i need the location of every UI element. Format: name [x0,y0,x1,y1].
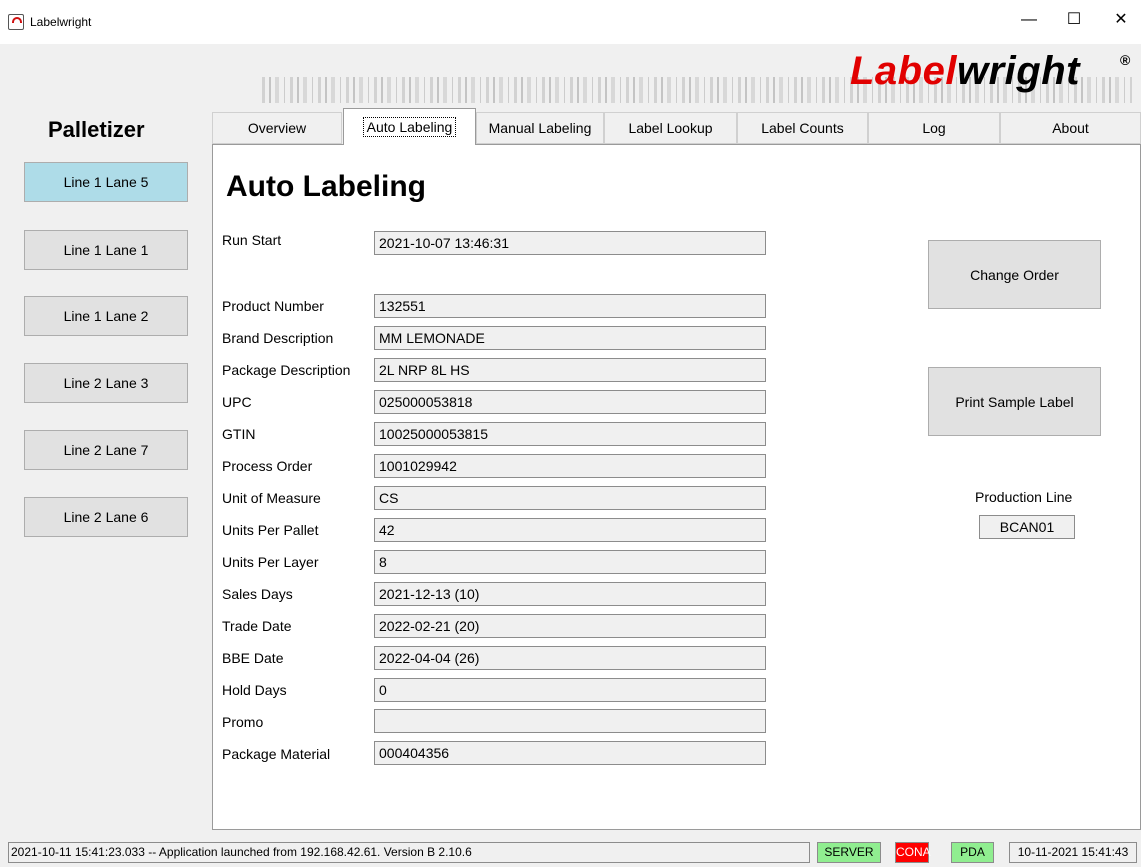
minimize-button[interactable]: — [1014,10,1044,30]
trade-date-field: 2022-02-21 (20) [374,614,766,638]
tab-manual-labeling-label: Manual Labeling [488,120,592,136]
package-description-field: 2L NRP 8L HS [374,358,766,382]
run-start-field: 2021-10-07 13:46:31 [374,231,766,255]
page-title: Auto Labeling [226,170,426,203]
tab-auto-labeling-label: Auto Labeling [362,117,457,137]
tab-about[interactable]: About [1000,112,1141,144]
tab-log-label: Log [922,120,946,136]
units-per-layer-field: 8 [374,550,766,574]
lane-button-line2-lane3[interactable]: Line 2 Lane 3 [24,363,188,403]
print-sample-label-button[interactable]: Print Sample Label [928,367,1101,436]
package-material-field: 000404356 [374,741,766,765]
close-button[interactable]: ✕ [1106,10,1136,30]
lane-button-line2-lane7[interactable]: Line 2 Lane 7 [24,430,188,470]
package-description-label: Package Description [222,362,351,378]
units-per-pallet-label: Units Per Pallet [222,522,319,538]
status-bar: 2021-10-11 15:41:23.033 -- Application l… [0,838,1141,867]
unit-of-measure-label: Unit of Measure [222,490,321,506]
hold-days-field: 0 [374,678,766,702]
brand-logo: Labelwright [850,49,1080,94]
brand-logo-part2: wright [956,49,1080,93]
unit-of-measure-field: CS [374,486,766,510]
trade-date-label: Trade Date [222,618,292,634]
lane-button-line1-lane1[interactable]: Line 1 Lane 1 [24,230,188,270]
process-order-field: 1001029942 [374,454,766,478]
sales-days-field: 2021-12-13 (10) [374,582,766,606]
app-icon [8,14,24,30]
brand-logo-part1: Label [850,49,957,93]
upc-label: UPC [222,394,252,410]
tab-label-counts-label: Label Counts [761,120,844,136]
lane-button-line1-lane2[interactable]: Line 1 Lane 2 [24,296,188,336]
registered-mark: ® [1120,52,1131,68]
tab-overview-label: Overview [247,120,307,136]
tab-overview[interactable]: Overview [212,112,342,144]
lane-button-line2-lane6[interactable]: Line 2 Lane 6 [24,497,188,537]
brand-description-label: Brand Description [222,330,334,346]
tab-label-counts[interactable]: Label Counts [737,112,868,144]
upc-field: 025000053818 [374,390,766,414]
pda-status-badge: PDA [951,842,994,863]
brand-description-field: MM LEMONADE [374,326,766,350]
tab-auto-labeling[interactable]: Auto Labeling [343,108,476,145]
tab-manual-labeling[interactable]: Manual Labeling [476,112,604,144]
tab-label-lookup[interactable]: Label Lookup [604,112,737,144]
status-message: 2021-10-11 15:41:23.033 -- Application l… [8,842,810,863]
tab-about-label: About [1052,120,1089,136]
tab-log[interactable]: Log [868,112,1000,144]
lane-button-line1-lane5[interactable]: Line 1 Lane 5 [24,162,188,202]
promo-field [374,709,766,733]
units-per-layer-label: Units Per Layer [222,554,319,570]
sidebar-title: Palletizer [48,117,145,142]
change-order-button[interactable]: Change Order [928,240,1101,309]
promo-label: Promo [222,714,264,730]
tab-label-lookup-label: Label Lookup [628,120,713,136]
window-title: Labelwright [30,15,92,29]
gtin-field: 10025000053815 [374,422,766,446]
status-datetime: 10-11-2021 15:41:43 [1009,842,1137,863]
units-per-pallet-field: 42 [374,518,766,542]
package-material-label: Package Material [222,746,331,762]
bbe-date-label: BBE Date [222,650,284,666]
process-order-label: Process Order [222,458,313,474]
production-line-field: BCAN01 [979,515,1075,539]
title-bar: Labelwright — ☐ ✕ [0,0,1141,44]
sales-days-label: Sales Days [222,586,293,602]
production-line-label: Production Line [975,489,1073,505]
hold-days-label: Hold Days [222,682,287,698]
server-status-badge: SERVER [817,842,881,863]
gtin-label: GTIN [222,426,256,442]
product-number-field: 132551 [374,294,766,318]
bbe-date-field: 2022-04-04 (26) [374,646,766,670]
cona-status-badge: CONA [895,842,931,863]
product-number-label: Product Number [222,298,324,314]
run-start-label: Run Start [222,232,282,248]
maximize-button[interactable]: ☐ [1059,10,1089,30]
